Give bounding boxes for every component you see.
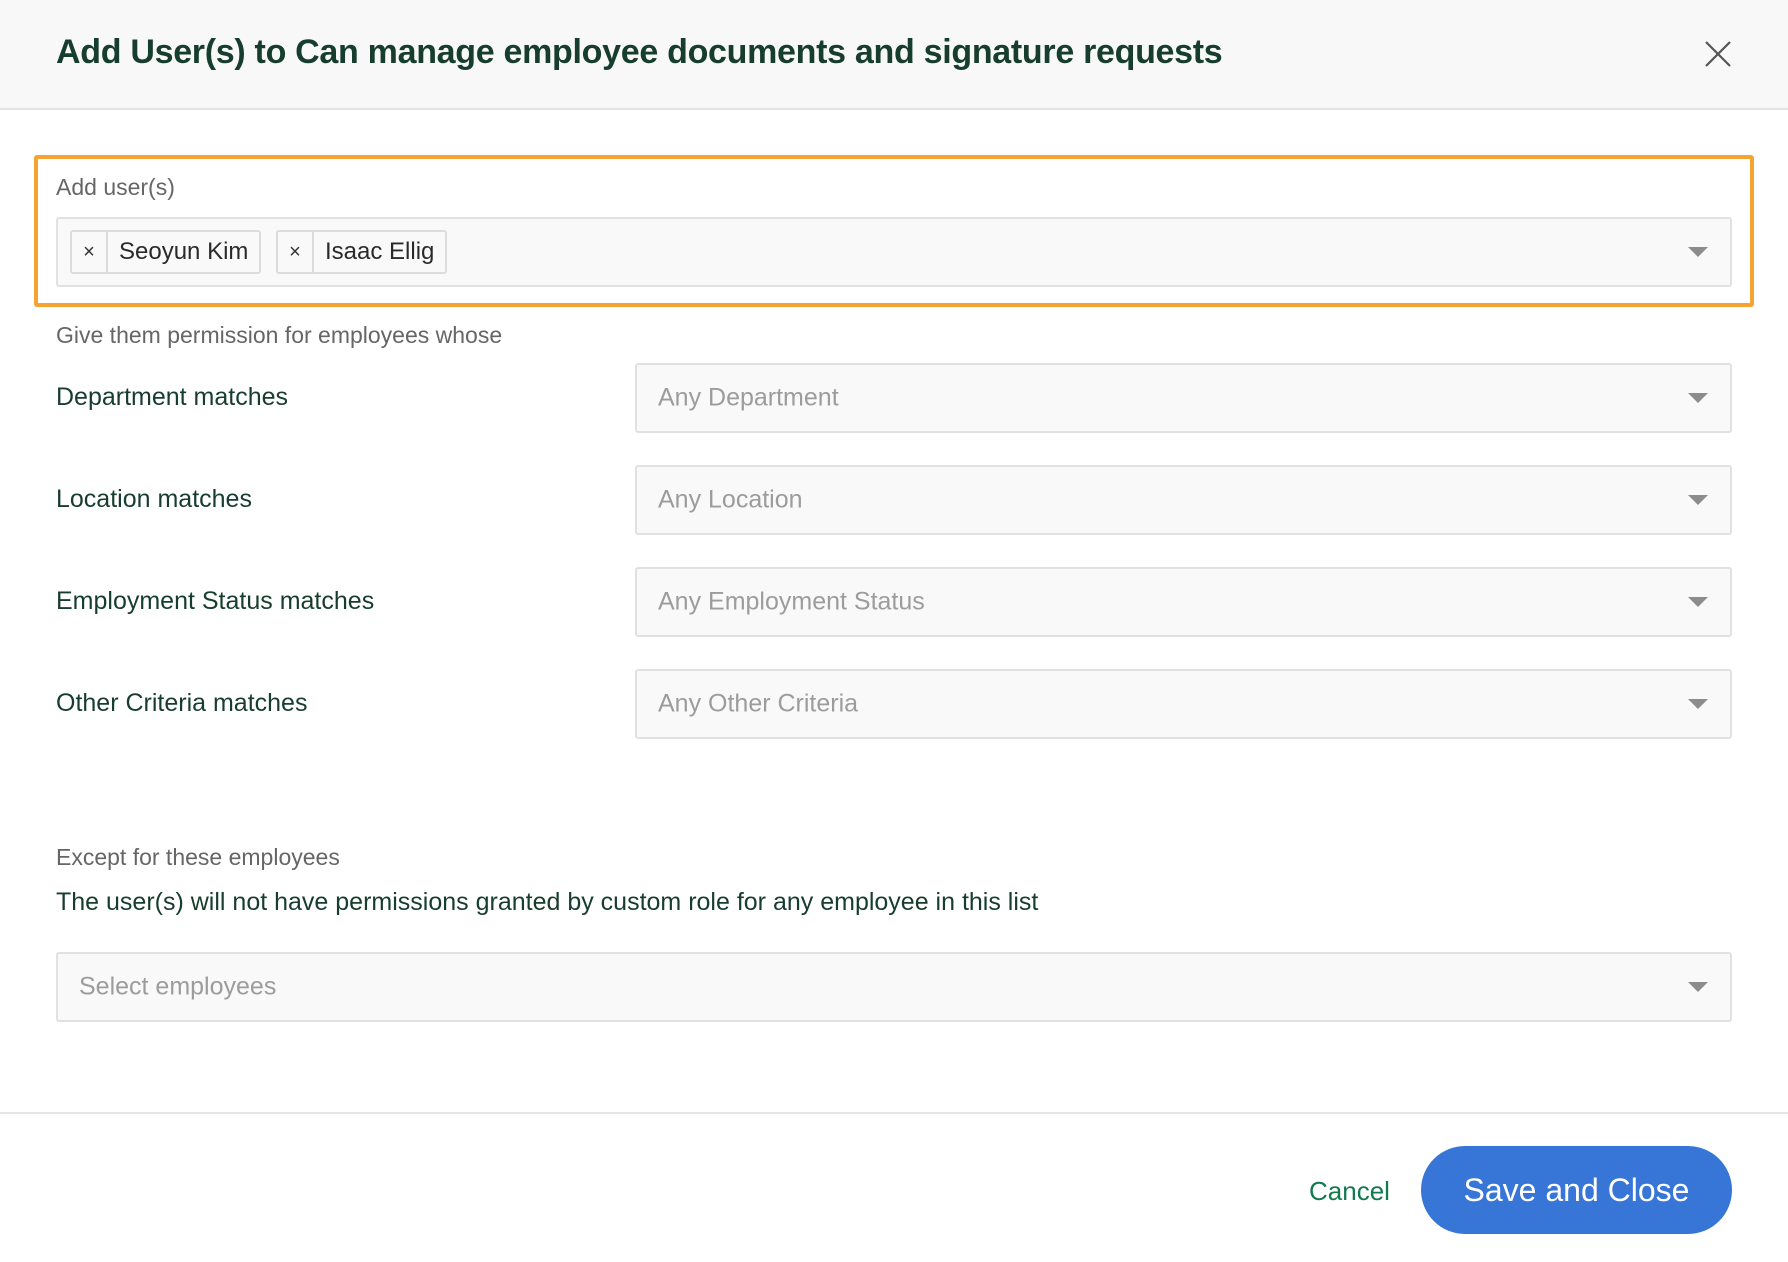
footer-divider xyxy=(0,1112,1788,1114)
remove-user-isaac-button[interactable]: × xyxy=(278,232,314,272)
exception-employees-select[interactable]: Select employees xyxy=(56,952,1732,1022)
add-users-label: Add user(s) xyxy=(56,174,175,200)
department-select[interactable]: Any Department xyxy=(635,363,1732,433)
permissions-intro: Give them permission for employees whose xyxy=(56,322,503,348)
other-criteria-placeholder: Any Other Criteria xyxy=(658,689,859,718)
add-users-multiselect[interactable]: × Seoyun Kim × Isaac Ellig xyxy=(56,217,1732,287)
employment-status-select[interactable]: Any Employment Status xyxy=(635,567,1732,637)
exception-employees-placeholder: Select employees xyxy=(79,972,277,1001)
user-chip: × Seoyun Kim xyxy=(70,230,262,274)
chevron-down-icon xyxy=(1688,495,1708,505)
close-button[interactable] xyxy=(1700,36,1736,72)
user-chip-name: Isaac Ellig xyxy=(325,238,435,265)
department-placeholder: Any Department xyxy=(658,383,839,412)
exceptions-heading: Except for these employees xyxy=(56,844,340,870)
other-criteria-select[interactable]: Any Other Criteria xyxy=(635,669,1732,739)
dialog-header: Add User(s) to Can manage employee docum… xyxy=(0,0,1788,110)
exceptions-description: The user(s) will not have permissions gr… xyxy=(56,888,1039,916)
remove-user-seoyun-button[interactable]: × xyxy=(72,232,108,272)
department-label: Department matches xyxy=(56,383,289,411)
user-chip: × Isaac Ellig xyxy=(276,230,448,274)
chevron-down-icon xyxy=(1688,393,1708,403)
chevron-down-icon xyxy=(1688,982,1708,992)
other-criteria-label: Other Criteria matches xyxy=(56,689,308,717)
location-placeholder: Any Location xyxy=(658,485,803,514)
save-and-close-button[interactable]: Save and Close xyxy=(1421,1146,1732,1234)
chevron-down-icon xyxy=(1688,699,1708,709)
location-label: Location matches xyxy=(56,485,252,513)
close-icon xyxy=(1705,41,1731,67)
location-select[interactable]: Any Location xyxy=(635,465,1732,535)
chevron-down-icon xyxy=(1688,247,1708,257)
dialog-title: Add User(s) to Can manage employee docum… xyxy=(56,33,1223,71)
chevron-down-icon xyxy=(1688,597,1708,607)
cancel-button[interactable]: Cancel xyxy=(1309,1176,1390,1207)
employment-status-label: Employment Status matches xyxy=(56,587,375,615)
user-chip-name: Seoyun Kim xyxy=(119,238,249,265)
employment-status-placeholder: Any Employment Status xyxy=(658,587,925,616)
